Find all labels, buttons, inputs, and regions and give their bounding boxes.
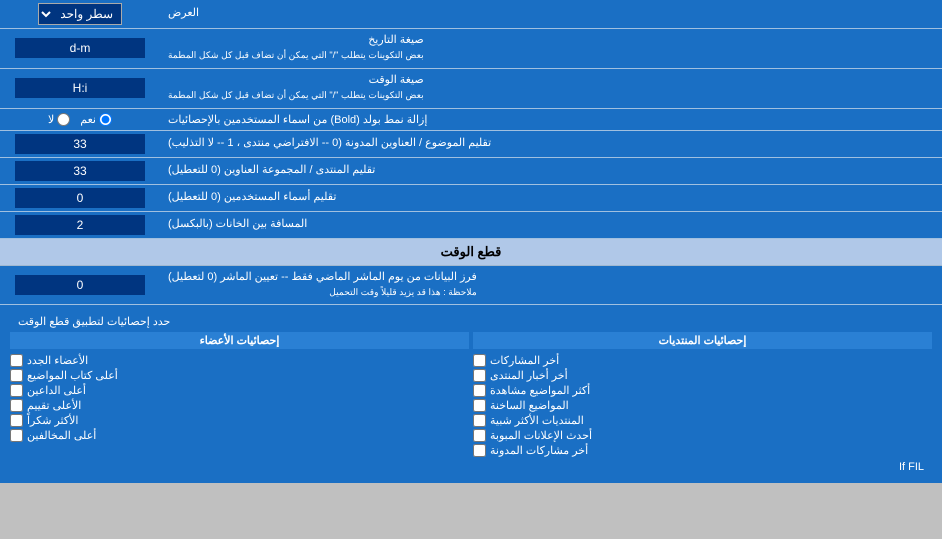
bold-no-radio[interactable] [57, 113, 70, 126]
forum-cb-6[interactable] [473, 429, 486, 442]
cut-days-input[interactable] [15, 275, 145, 295]
bold-yes-radio[interactable] [99, 113, 112, 126]
member-cb-2[interactable] [10, 369, 23, 382]
cut-time-header: قطع الوقت [0, 239, 942, 266]
usernames-input-area [0, 185, 160, 211]
topic-titles-row: تقليم الموضوع / العناوين المدونة (0 -- ا… [0, 131, 942, 158]
display-row: العرض سطر واحد سطرين ثلاثة أسطر [0, 0, 942, 29]
column-spacing-label: المسافة بين الخانات (بالبكسل) [160, 212, 942, 238]
forum-checkbox-3: أكثر المواضيع مشاهدة [473, 384, 932, 397]
member-checkbox-1: الأعضاء الجدد [10, 354, 469, 367]
member-checkbox-4: الأعلى تقييم [10, 399, 469, 412]
column-spacing-input[interactable] [15, 215, 145, 235]
forum-titles-input[interactable] [15, 161, 145, 181]
member-cb-6[interactable] [10, 429, 23, 442]
display-label: العرض [160, 0, 942, 28]
cut-days-row: فرز البيانات من يوم الماشر الماضي فقط --… [0, 266, 942, 306]
member-cb-4[interactable] [10, 399, 23, 412]
time-format-input[interactable] [15, 78, 145, 98]
member-checkbox-5: الأكثر شكراً [10, 414, 469, 427]
member-checkbox-3: أعلى الداعين [10, 384, 469, 397]
cut-days-input-area [0, 266, 160, 305]
column-spacing-row: المسافة بين الخانات (بالبكسل) [0, 212, 942, 239]
date-format-input-area [0, 29, 160, 68]
bold-no-label[interactable]: لا [48, 113, 70, 126]
forum-cb-3[interactable] [473, 384, 486, 397]
forum-cb-5[interactable] [473, 414, 486, 427]
forum-checkbox-6: أحدث الإعلانات المبوبة [473, 429, 932, 442]
bold-remove-inputs: نعم لا [0, 109, 160, 130]
bold-remove-row: إزالة نمط بولد (Bold) من اسماء المستخدمي… [0, 109, 942, 131]
forum-cb-2[interactable] [473, 369, 486, 382]
bold-remove-label: إزالة نمط بولد (Bold) من اسماء المستخدمي… [160, 109, 942, 130]
member-stats-col: إحصائيات الأعضاء الأعضاء الجدد أعلى كتاب… [10, 332, 469, 457]
forum-stats-col: إحصائيات المنتديات أخر المشاركات أخر أخب… [473, 332, 932, 457]
topic-titles-label: تقليم الموضوع / العناوين المدونة (0 -- ا… [160, 131, 942, 157]
checkboxes-grid: إحصائيات المنتديات أخر المشاركات أخر أخب… [10, 332, 932, 457]
member-cb-3[interactable] [10, 384, 23, 397]
usernames-label: تقليم أسماء المستخدمين (0 للتعطيل) [160, 185, 942, 211]
bottom-note: If FIL [10, 457, 932, 477]
member-cb-5[interactable] [10, 414, 23, 427]
apply-row: حدد إحصائيات لتطبيق قطع الوقت [10, 311, 932, 332]
cut-days-label: فرز البيانات من يوم الماشر الماضي فقط --… [160, 266, 942, 305]
member-checkbox-6: أعلى المخالفين [10, 429, 469, 442]
time-format-input-area [0, 69, 160, 108]
forum-checkbox-7: أخر مشاركات المدونة [473, 444, 932, 457]
forum-checkbox-1: أخر المشاركات [473, 354, 932, 367]
lines-select[interactable]: سطر واحد سطرين ثلاثة أسطر [38, 3, 122, 25]
forum-cb-7[interactable] [473, 444, 486, 457]
date-format-row: صيغة التاريخبعض التكوينات يتطلب "/" التي… [0, 29, 942, 69]
forum-checkbox-4: المواضيع الساخنة [473, 399, 932, 412]
date-format-label: صيغة التاريخبعض التكوينات يتطلب "/" التي… [160, 29, 942, 68]
usernames-input[interactable] [15, 188, 145, 208]
main-container: العرض سطر واحد سطرين ثلاثة أسطر صيغة الت… [0, 0, 942, 483]
topic-titles-input[interactable] [15, 134, 145, 154]
display-input-area: سطر واحد سطرين ثلاثة أسطر [0, 0, 160, 28]
forum-titles-row: تقليم المنتدى / المجموعة العناوين (0 للت… [0, 158, 942, 185]
date-format-input[interactable] [15, 38, 145, 58]
forum-titles-input-area [0, 158, 160, 184]
forum-cb-4[interactable] [473, 399, 486, 412]
time-format-label: صيغة الوقتبعض التكوينات يتطلب "/" التي ي… [160, 69, 942, 108]
checkboxes-area: حدد إحصائيات لتطبيق قطع الوقت إحصائيات ا… [0, 305, 942, 483]
usernames-row: تقليم أسماء المستخدمين (0 للتعطيل) [0, 185, 942, 212]
column-spacing-input-area [0, 212, 160, 238]
forum-stats-header: إحصائيات المنتديات [473, 332, 932, 349]
forum-checkbox-2: أخر أخبار المنتدى [473, 369, 932, 382]
topic-titles-input-area [0, 131, 160, 157]
member-checkbox-2: أعلى كتاب المواضيع [10, 369, 469, 382]
time-format-row: صيغة الوقتبعض التكوينات يتطلب "/" التي ي… [0, 69, 942, 109]
bold-yes-label[interactable]: نعم [80, 113, 112, 126]
forum-checkbox-5: المنتديات الأكثر شبية [473, 414, 932, 427]
forum-cb-1[interactable] [473, 354, 486, 367]
forum-titles-label: تقليم المنتدى / المجموعة العناوين (0 للت… [160, 158, 942, 184]
member-stats-header: إحصائيات الأعضاء [10, 332, 469, 349]
member-cb-1[interactable] [10, 354, 23, 367]
